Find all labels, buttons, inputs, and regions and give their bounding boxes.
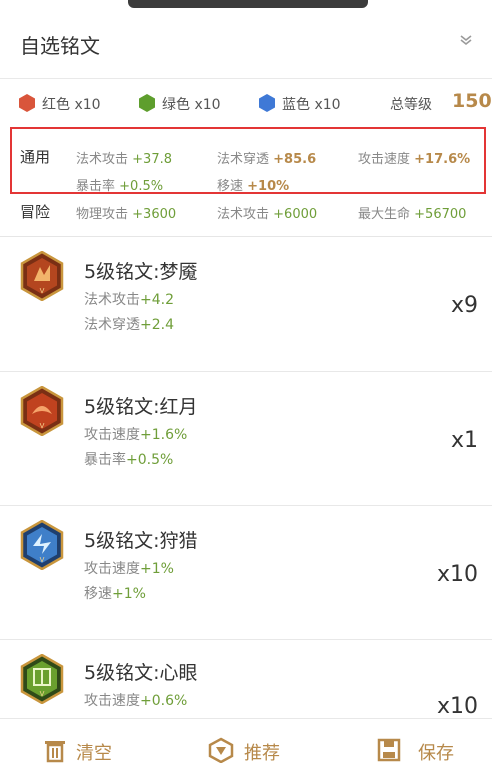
general-label: 通用 <box>20 148 51 166</box>
blue-hexagon-icon <box>259 94 275 112</box>
stat-name: 暴击率 <box>76 179 116 194</box>
svg-text:V: V <box>40 422 45 430</box>
stat-value: +1.6% <box>140 427 188 443</box>
save-icon <box>377 738 401 762</box>
stat-name: 攻击速度 <box>84 427 140 443</box>
item-count: x1 <box>450 428 478 453</box>
recommend-icon <box>208 737 234 763</box>
stat-value: +17.6% <box>414 152 471 167</box>
item-count: x10 <box>436 694 478 718</box>
item-stat: 攻击速度+1% <box>84 558 174 578</box>
item-name: 5级铭文:狩猎 <box>84 530 198 552</box>
save-label: 保存 <box>418 743 454 764</box>
trash-icon <box>45 741 65 763</box>
list-item[interactable]: V 5级铭文:梦魇 法术攻击+4.2 法术穿透+2.4 x9 <box>0 237 492 367</box>
stat-value: +56700 <box>414 207 467 222</box>
stat-name: 移速 <box>217 179 244 194</box>
stat-value: +2.4 <box>140 317 174 333</box>
item-name: 5级铭文:梦魇 <box>84 261 198 283</box>
stat-value: +0.6% <box>140 693 188 709</box>
general-stat: 移速 +10% <box>217 175 289 194</box>
stat-name: 移速 <box>84 586 112 602</box>
green-hexagon-icon <box>139 94 155 112</box>
svg-text:V: V <box>40 287 45 295</box>
svg-text:V: V <box>40 690 45 698</box>
stat-name: 法术攻击 <box>76 152 129 167</box>
stat-value: +0.5% <box>119 179 164 194</box>
general-stat: 攻击速度 +17.6% <box>358 148 470 167</box>
adventure-stat: 最大生命 +56700 <box>358 203 466 222</box>
stat-name: 法术穿透 <box>217 152 270 167</box>
stat-name: 攻击速度 <box>84 693 140 709</box>
stat-value: +10% <box>247 179 290 194</box>
stat-value: +1% <box>140 561 174 577</box>
stat-value: +0.5% <box>126 452 174 468</box>
list-item[interactable]: V 5级铭文:心眼 攻击速度+0.6% x10 <box>0 640 492 718</box>
total-level-label: 总等级 <box>390 97 432 113</box>
adventure-stat: 法术攻击 +6000 <box>217 203 317 222</box>
stat-name: 攻击速度 <box>84 561 140 577</box>
item-stat: 法术穿透+2.4 <box>84 314 174 334</box>
stat-name: 攻击速度 <box>358 152 411 167</box>
blue-count: 蓝色 x10 <box>282 97 341 113</box>
stat-value: +3600 <box>132 207 177 222</box>
stat-name: 最大生命 <box>358 207 411 222</box>
recommend-label: 推荐 <box>244 743 280 764</box>
color-count-row: 红色 x10 绿色 x10 蓝色 x10 总等级 150 <box>0 78 492 126</box>
header: 自选铭文 <box>0 0 492 79</box>
general-stat: 暴击率 +0.5% <box>76 175 163 194</box>
mind-eye-rune-icon: V <box>20 654 64 704</box>
stat-name: 物理攻击 <box>76 207 129 222</box>
red-hexagon-icon <box>19 94 35 112</box>
stat-name: 法术攻击 <box>84 292 140 308</box>
stat-value: +37.8 <box>132 152 172 167</box>
green-count: 绿色 x10 <box>162 97 221 113</box>
hunt-rune-icon: V <box>20 520 64 570</box>
general-stat: 法术攻击 +37.8 <box>76 148 172 167</box>
red-moon-rune-icon: V <box>20 386 64 436</box>
list-item[interactable]: V 5级铭文:红月 攻击速度+1.6% 暴击率+0.5% x1 <box>0 372 492 502</box>
stat-value: +4.2 <box>140 292 174 308</box>
item-count: x9 <box>450 293 478 318</box>
bottom-toolbar: 清空 推荐 保存 <box>0 718 492 780</box>
general-stat: 法术穿透 +85.6 <box>217 148 316 167</box>
stat-value: +85.6 <box>273 152 317 167</box>
recommend-button[interactable]: 推荐 <box>206 719 316 780</box>
chevron-down-icon[interactable] <box>458 32 474 48</box>
adventure-label: 冒险 <box>20 203 51 221</box>
item-name: 5级铭文:心眼 <box>84 662 198 684</box>
nightmare-rune-icon: V <box>20 251 64 301</box>
total-level-value: 150 <box>452 90 492 112</box>
item-name: 5级铭文:红月 <box>84 396 198 418</box>
stat-value: +1% <box>112 586 146 602</box>
item-stat: 移速+1% <box>84 583 146 603</box>
adventure-stat: 物理攻击 +3600 <box>76 203 176 222</box>
item-stat: 攻击速度+1.6% <box>84 424 187 444</box>
stat-name: 暴击率 <box>84 452 126 468</box>
item-stat: 暴击率+0.5% <box>84 449 173 469</box>
item-stat: 攻击速度+0.6% <box>84 690 187 710</box>
item-count: x10 <box>436 562 478 587</box>
svg-text:V: V <box>40 556 45 564</box>
red-count: 红色 x10 <box>42 97 101 113</box>
clear-button[interactable]: 清空 <box>40 719 150 780</box>
stat-value: +6000 <box>273 207 318 222</box>
stat-name: 法术穿透 <box>84 317 140 333</box>
list-item[interactable]: V 5级铭文:狩猎 攻击速度+1% 移速+1% x10 <box>0 506 492 636</box>
clear-label: 清空 <box>76 743 112 764</box>
stat-name: 法术攻击 <box>217 207 270 222</box>
save-button[interactable]: 保存 <box>374 719 484 780</box>
item-stat: 法术攻击+4.2 <box>84 289 174 309</box>
page-title: 自选铭文 <box>20 34 100 58</box>
